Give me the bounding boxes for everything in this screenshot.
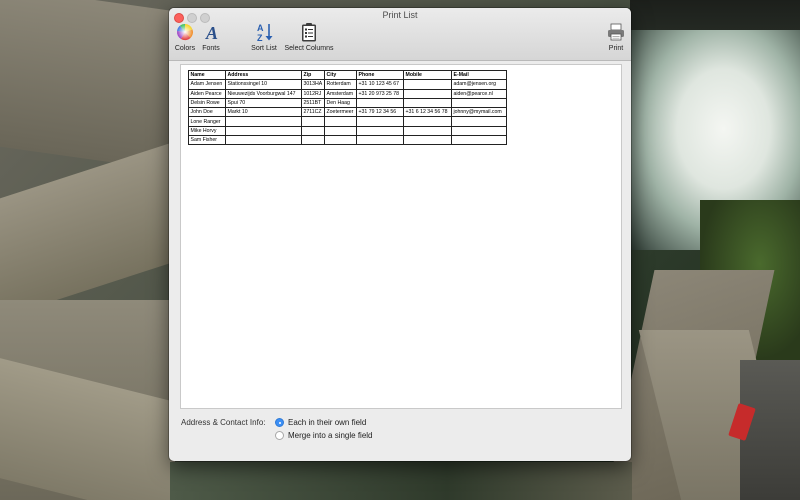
table-cell: John Doe: [188, 107, 226, 118]
table-cell: +31 6 12 34 56 78: [403, 107, 452, 118]
table-cell: [225, 116, 302, 127]
table-cell: 2711CZ: [301, 107, 325, 118]
table-cell: [451, 135, 507, 146]
toolbar-label: Fonts: [202, 45, 220, 52]
table-cell: [403, 79, 452, 90]
contacts-table: Name Address Zip City Phone Mobile E-Mai…: [188, 69, 507, 146]
svg-text:A: A: [257, 23, 264, 33]
table-cell: [403, 135, 452, 146]
fonts-button[interactable]: A Fonts: [200, 22, 222, 52]
table-cell: [356, 125, 404, 137]
table-cell: Den Haag: [324, 97, 357, 109]
table-cell: Sam Fisher: [188, 135, 226, 146]
column-header: Phone: [356, 69, 404, 81]
address-contact-label: Address & Contact Info:: [181, 418, 266, 427]
table-cell: [301, 125, 325, 137]
table-cell: Aiden Pearce: [188, 88, 226, 99]
column-header: Mobile: [403, 69, 452, 81]
table-cell: Delsin Rowe: [188, 97, 226, 109]
radio-label: Each in their own field: [288, 418, 367, 427]
column-header: E-Mail: [451, 69, 507, 81]
table-cell: Zoetermeer: [324, 107, 357, 118]
titlebar: Print List Colors A Fonts A Z Sort List …: [169, 8, 631, 61]
table-cell: adam@jensen.org: [451, 79, 507, 90]
table-row: Delsin Rowe Spui 70 2511BT Den Haag: [188, 97, 507, 109]
column-header: Name: [188, 69, 226, 81]
background-ground: [170, 462, 632, 500]
background-road: [740, 360, 800, 500]
table-cell: Stationssingel 10: [225, 79, 302, 90]
radio-unselected-icon[interactable]: [275, 431, 284, 440]
table-row: Adam Jensen Stationssingel 10 3013HA Rot…: [188, 79, 507, 90]
table-cell: Lone Ranger: [188, 116, 226, 127]
svg-text:Z: Z: [257, 33, 263, 42]
table-row: John Doe Markt 10 2711CZ Zoetermeer +31 …: [188, 107, 507, 118]
table-cell: [324, 116, 357, 127]
table-cell: Adam Jensen: [188, 79, 226, 90]
select-columns-button[interactable]: Select Columns: [282, 22, 336, 52]
table-cell: [451, 125, 507, 137]
printer-icon: [608, 23, 624, 41]
table-cell: Spui 70: [225, 97, 302, 109]
table-cell: Nieuwezijds Voorburgwal 147: [225, 88, 302, 99]
clipboard-list-icon: [302, 23, 316, 42]
column-header: Address: [225, 69, 302, 81]
toolbar-label: Select Columns: [284, 45, 334, 52]
svg-text:A: A: [205, 23, 218, 42]
table-cell: [403, 88, 452, 99]
table-cell: [356, 135, 404, 146]
table-cell: [324, 135, 357, 146]
toolbar-label: Colors: [174, 45, 196, 52]
table-cell: [225, 135, 302, 146]
table-cell: Rotterdam: [324, 79, 357, 90]
table-cell: Mike Horvy: [188, 125, 226, 137]
table-cell: johnny@mymail.com: [451, 107, 507, 118]
table-cell: aiden@pearce.nl: [451, 88, 507, 99]
table-cell: [225, 125, 302, 137]
table-cell: Amsterdam: [324, 88, 357, 99]
print-button[interactable]: Print: [605, 22, 627, 52]
radio-each-own-field[interactable]: Each in their own field: [275, 418, 366, 427]
table-cell: [403, 125, 452, 137]
font-italic-a-icon: A: [205, 23, 218, 42]
table-cell: [356, 97, 404, 109]
table-cell: [451, 97, 507, 109]
color-wheel-icon: [177, 23, 193, 41]
column-header: City: [324, 69, 357, 81]
print-preview: Name Address Zip City Phone Mobile E-Mai…: [180, 64, 622, 409]
colors-button[interactable]: Colors: [174, 22, 196, 52]
sort-list-button[interactable]: A Z Sort List: [249, 22, 279, 52]
table-row: Lone Ranger: [188, 116, 507, 127]
table-cell: [324, 125, 357, 137]
table-cell: Markt 10: [225, 107, 302, 118]
table-cell: 2511BT: [301, 97, 325, 109]
table-row: Aiden Pearce Nieuwezijds Voorburgwal 147…: [188, 88, 507, 99]
radio-selected-icon[interactable]: [275, 418, 284, 427]
table-cell: [356, 116, 404, 127]
table-cell: [301, 116, 325, 127]
table-cell: [403, 97, 452, 109]
radio-label: Merge into a single field: [288, 431, 373, 440]
table-cell: +31 20 973 25 78: [356, 88, 404, 99]
table-cell: [403, 116, 452, 127]
print-list-window: Print List Colors A Fonts A Z Sort List …: [169, 8, 631, 461]
column-header: Zip: [301, 69, 325, 81]
window-title: Print List: [382, 10, 418, 20]
table-row: Sam Fisher: [188, 135, 507, 146]
toolbar-label: Sort List: [251, 45, 277, 52]
table-cell: 1012RJ: [301, 88, 325, 99]
radio-merge-single-field[interactable]: Merge into a single field: [275, 431, 373, 440]
table-cell: [451, 116, 507, 127]
table-cell: +31 79 12 34 56: [356, 107, 404, 118]
table-header-row: Name Address Zip City Phone Mobile E-Mai…: [188, 69, 507, 81]
toolbar-label: Print: [608, 45, 624, 52]
table-cell: [301, 135, 325, 146]
sort-az-icon: A Z: [257, 23, 273, 42]
table-row: Mike Horvy: [188, 125, 507, 137]
table-cell: 3013HA: [301, 79, 325, 90]
table-cell: +31 10 123 45 67: [356, 79, 404, 90]
